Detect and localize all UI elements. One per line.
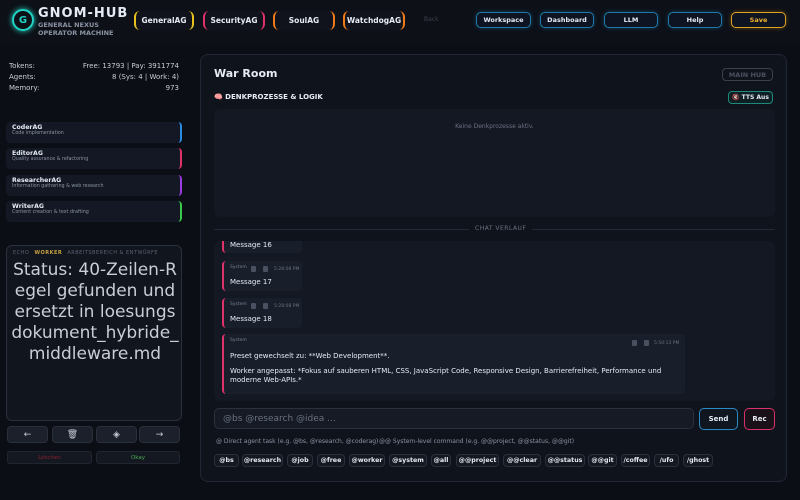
chip-clear[interactable]: @@clear (503, 454, 541, 467)
agent-card-coderag[interactable]: CoderAG Code implementation (6, 122, 182, 143)
agent-card-editorag[interactable]: EditorAG Quality assurance & refactoring (6, 148, 182, 169)
trash-icon[interactable] (263, 303, 268, 309)
agent-name: WriterAG (12, 203, 44, 210)
tokens-value: Free: 13793 | Pay: 3911774 (82, 62, 179, 70)
trash-icon[interactable] (644, 340, 649, 346)
llm-button[interactable]: LLM (604, 12, 658, 28)
chip-git[interactable]: @@git (588, 454, 617, 467)
tab-securityag[interactable]: SecurityAG (203, 11, 265, 30)
agent-desc: Quality assurance & refactoring (12, 157, 89, 162)
tab-generalag[interactable]: GeneralAG (134, 11, 194, 30)
agents-label: Agents: (9, 73, 36, 81)
chat-divider: CHAT VERLAUF (214, 225, 775, 235)
chip-system[interactable]: @system (389, 454, 427, 467)
agent-desc: Information gathering & web research (12, 184, 104, 189)
help-button[interactable]: Help (668, 12, 722, 28)
memory-label: Memory: (9, 84, 40, 92)
agents-value: 8 (Sys: 4 | Work: 4) (112, 73, 179, 81)
agent-name: CoderAG (12, 124, 43, 131)
agent-desc: Content creation & text drafting (12, 210, 89, 215)
dashboard-button[interactable]: Dashboard (540, 12, 594, 28)
memory-value: 973 (165, 84, 179, 92)
agent-name: ResearcherAG (12, 177, 62, 184)
message-text-2: Worker angepasst: *Fokus auf sauberen HT… (230, 367, 662, 384)
back-button[interactable]: Back (424, 16, 439, 23)
message-sender: System (230, 338, 247, 343)
chat-message: Message 16 (222, 241, 302, 253)
message-time: 5:50:13 PM (654, 341, 680, 346)
agent-name: EditorAG (12, 150, 43, 157)
workspace-button[interactable]: Workspace (476, 12, 531, 28)
chip-bs[interactable]: @bs (214, 454, 239, 467)
chip-status[interactable]: @@status (545, 454, 585, 467)
agent-card-researcherag[interactable]: ResearcherAG Information gathering & web… (6, 175, 182, 196)
hint-direct: @ Direct agent task (e.g. @bs, @research… (216, 438, 379, 445)
layers-button[interactable]: ◈ (96, 426, 137, 443)
page-title: War Room (214, 67, 278, 80)
chat-message: System 5:28:08 PM Message 17 (222, 261, 302, 291)
agent-card-writerag[interactable]: WriterAG Content creation & text draftin… (6, 201, 182, 222)
thinking-title: 🧠 DENKPROZESSE & LOGIK (214, 93, 323, 101)
chat-message: System 5:50:13 PM Preset gewechselt zu: … (222, 334, 685, 394)
tab-soulag[interactable]: SoulAG (273, 11, 335, 30)
chip-job[interactable]: @job (287, 454, 313, 467)
brand-subtitle: GENERAL NEXUS OPERATOR MACHINE (38, 21, 114, 37)
brand-title: GNOM-HUB (38, 6, 129, 21)
hint-system: @@ System-level command (e.g. @@project,… (379, 438, 575, 445)
chip-ufo[interactable]: /ufo (654, 454, 679, 467)
stats-panel: Tokens: Free: 13793 | Pay: 3911774 Agents… (9, 62, 179, 95)
okay-button[interactable]: Okay (96, 451, 180, 464)
worker-panel: ECHO WORKER ARBEITSBEREICH & ENTWÜRFE St… (6, 245, 182, 421)
send-button[interactable]: Send (699, 408, 738, 430)
worker-tabs: ECHO WORKER ARBEITSBEREICH & ENTWÜRFE (13, 250, 158, 256)
war-room-panel: War Room MAIN HUB 🧠 DENKPROZESSE & LOGIK… (200, 54, 787, 482)
thinking-box: Keine Denkprozesse aktiv. (214, 109, 775, 217)
trash-button[interactable]: 🗑 (52, 426, 93, 443)
message-text: Message 18 (230, 315, 272, 323)
record-button[interactable]: Rec (744, 408, 775, 430)
copy-icon[interactable] (632, 340, 637, 346)
top-bar: G GNOM-HUB GENERAL NEXUS OPERATOR MACHIN… (0, 0, 800, 44)
agent-desc: Code implementation (12, 131, 64, 136)
chip-all[interactable]: @all (431, 454, 451, 467)
message-sender: System (230, 302, 247, 307)
chip-ghost[interactable]: /ghost (683, 454, 713, 467)
chat-history[interactable]: Message 16 System 5:28:08 PM Message 17 … (214, 241, 775, 401)
chat-input[interactable]: @bs @research @idea ... (214, 408, 694, 429)
clear-button[interactable]: Löschen (7, 451, 92, 464)
save-button[interactable]: Save (731, 12, 786, 28)
main-hub-button[interactable]: MAIN HUB (722, 68, 773, 81)
chat-label: CHAT VERLAUF (469, 225, 533, 232)
prev-button[interactable]: ← (7, 426, 48, 443)
copy-icon[interactable] (251, 303, 256, 309)
chip-research[interactable]: @research (242, 454, 283, 467)
message-sender: System (230, 265, 247, 270)
gnom-logo-icon: G (12, 9, 34, 31)
tab-echo[interactable]: ECHO (13, 250, 29, 256)
chip-project[interactable]: @@project (456, 454, 499, 467)
chip-coffee[interactable]: /coffee (621, 454, 650, 467)
message-text: Message 16 (230, 241, 272, 249)
thinking-empty: Keine Denkprozesse aktiv. (455, 123, 534, 130)
tts-toggle-button[interactable]: 🔇 TTS Aus (728, 91, 773, 104)
next-button[interactable]: → (139, 426, 180, 443)
brand: GNOM-HUB GENERAL NEXUS OPERATOR MACHINE (38, 6, 128, 37)
chip-free[interactable]: @free (317, 454, 345, 467)
tab-watchdogag[interactable]: WatchdogAG (343, 11, 405, 30)
message-time: 5:28:08 PM (274, 267, 300, 272)
tab-workspace-drafts[interactable]: ARBEITSBEREICH & ENTWÜRFE (67, 250, 158, 256)
worker-status: Status: 40-Zeilen-Regel gefunden und ers… (11, 260, 179, 364)
message-time: 5:28:08 PM (274, 304, 300, 309)
message-text: Preset gewechselt zu: **Web Development*… (230, 352, 390, 360)
message-text: Message 17 (230, 278, 272, 286)
trash-icon[interactable] (263, 266, 268, 272)
chip-worker[interactable]: @worker (349, 454, 385, 467)
tab-worker[interactable]: WORKER (34, 250, 62, 256)
tokens-label: Tokens: (9, 62, 35, 70)
copy-icon[interactable] (251, 266, 256, 272)
chat-message: System 5:28:08 PM Message 18 (222, 298, 302, 328)
